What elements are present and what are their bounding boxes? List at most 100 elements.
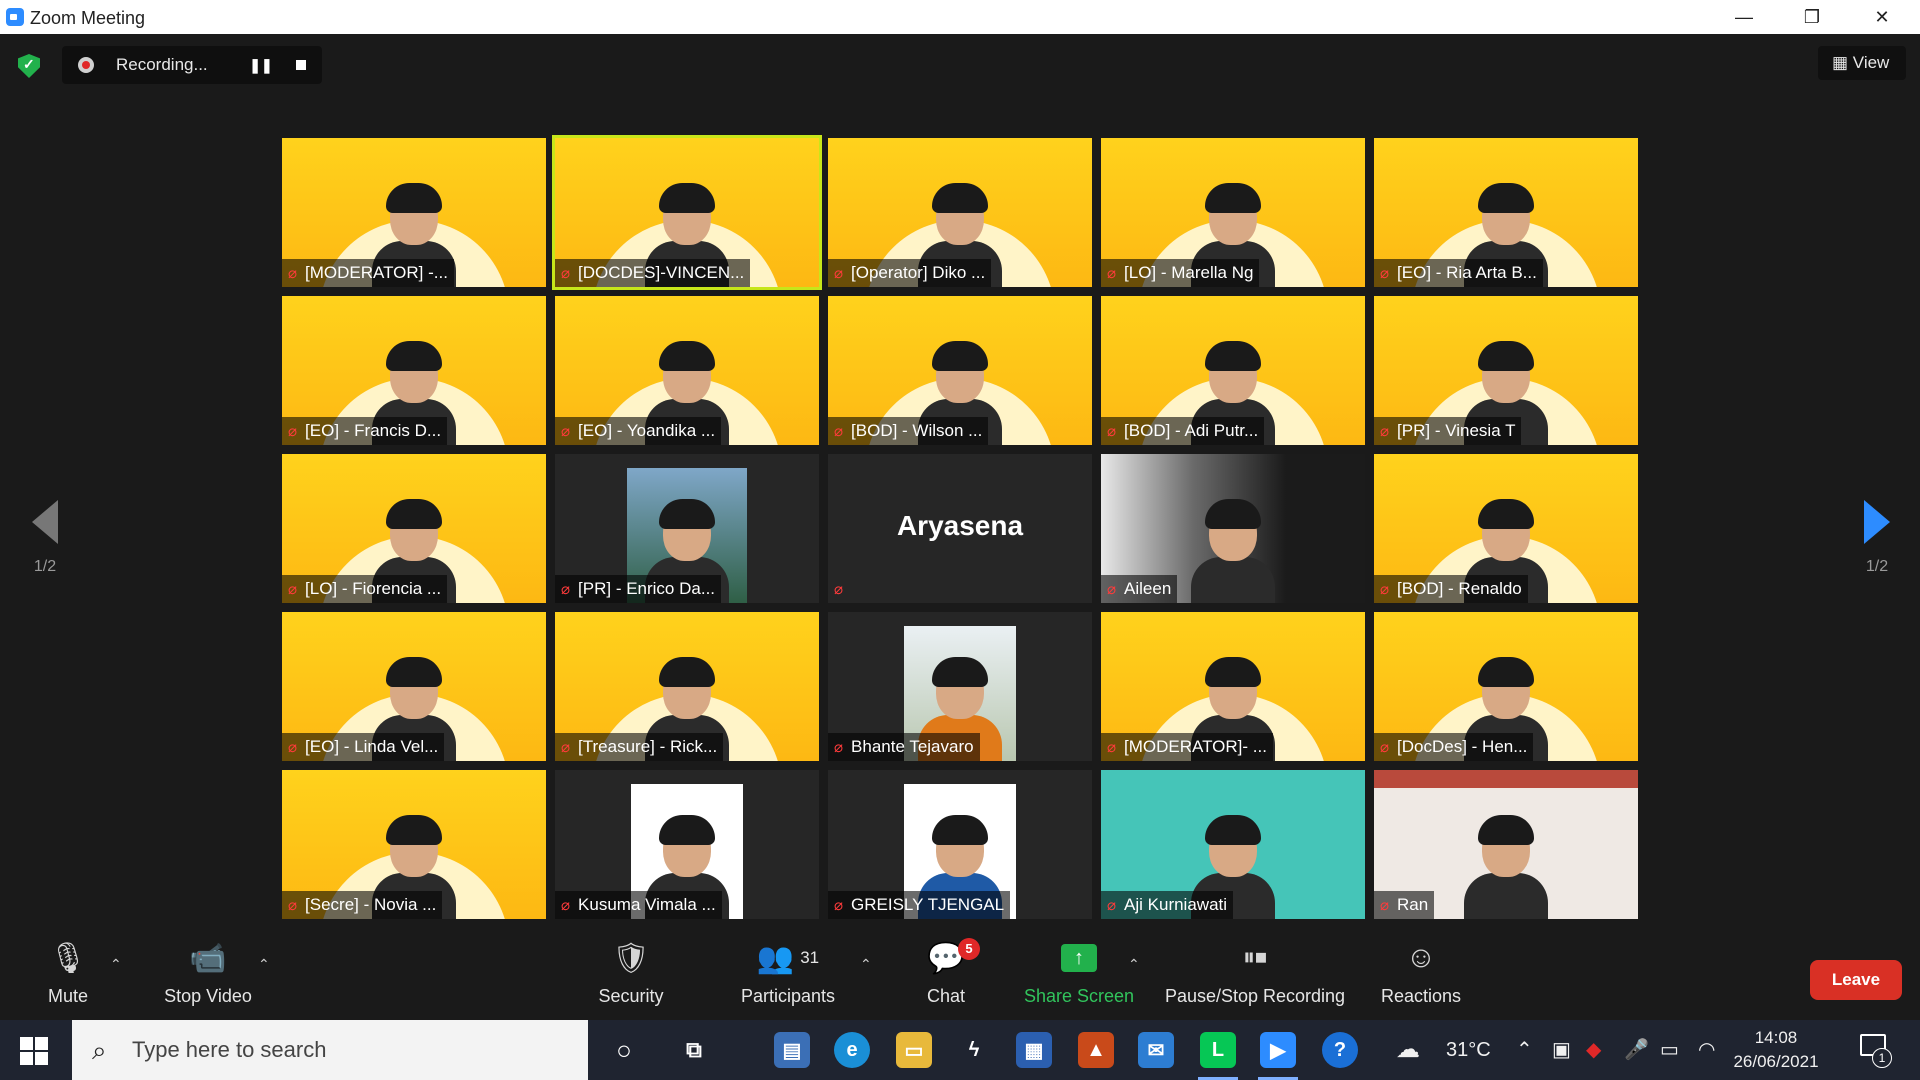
muted-mic-icon: ⌀ bbox=[288, 581, 298, 598]
security-button[interactable]: 🛡 Security bbox=[592, 936, 670, 1007]
cortana-icon[interactable]: ○ bbox=[606, 1032, 642, 1068]
close-button[interactable]: ✕ bbox=[1854, 0, 1910, 34]
stop-video-button[interactable]: 📹 Stop Video bbox=[160, 936, 256, 1007]
security-shield-icon: 🛡 bbox=[611, 941, 651, 975]
participant-tile[interactable]: ⌀ [EO] - Ria Arta B... bbox=[1374, 138, 1638, 287]
wifi-icon[interactable]: ◠ bbox=[1698, 1020, 1715, 1080]
participants-count: 31 bbox=[800, 948, 820, 967]
participant-tile[interactable]: ⌀ [DocDes] - Hen... bbox=[1374, 612, 1638, 761]
participants-button[interactable]: 👥 31 Participants bbox=[738, 936, 838, 1007]
participants-caret-icon[interactable]: ⌃ bbox=[860, 956, 872, 973]
participant-name: [DOCDES]-VINCEN... bbox=[578, 263, 745, 282]
participant-tile[interactable]: ⌀ [BOD] - Renaldo bbox=[1374, 454, 1638, 603]
participant-tile[interactable]: ⌀ Aileen bbox=[1101, 454, 1365, 603]
participant-name: [DocDes] - Hen... bbox=[1397, 737, 1528, 756]
arrow-left-icon bbox=[32, 500, 58, 544]
participant-tile[interactable]: ⌀ [BOD] - Wilson ... bbox=[828, 296, 1092, 445]
mail-icon[interactable]: ✉ bbox=[1138, 1032, 1174, 1068]
chat-unread-badge: 5 bbox=[958, 938, 980, 960]
participant-name-label: ⌀ [Treasure] - Rick... bbox=[555, 733, 724, 761]
participant-name-label: ⌀ [LO] - Marella Ng bbox=[1101, 259, 1260, 287]
participant-tile[interactable]: ⌀ [Treasure] - Rick... bbox=[555, 612, 819, 761]
microsoft-store-icon[interactable]: ▦ bbox=[1016, 1032, 1052, 1068]
video-options-caret-icon[interactable]: ⌃ bbox=[258, 956, 270, 973]
next-page-button[interactable]: 1/2 bbox=[1852, 500, 1902, 576]
lightning-app-icon[interactable]: ϟ bbox=[956, 1032, 992, 1068]
participant-tile[interactable]: ⌀ [EO] - Francis D... bbox=[282, 296, 546, 445]
participant-name: [Secre] - Novia ... bbox=[305, 895, 437, 914]
participant-tile[interactable]: Aryasena ⌀ bbox=[828, 454, 1092, 603]
meeting-tray-icon[interactable]: ▣ bbox=[1552, 1020, 1571, 1080]
participant-tile[interactable]: ⌀ [MODERATOR]- ... bbox=[1101, 612, 1365, 761]
task-view-icon[interactable]: ⧉ bbox=[676, 1032, 712, 1068]
mute-label: Mute bbox=[47, 986, 89, 1006]
participant-name: [EO] - Francis D... bbox=[305, 421, 442, 440]
zoom-taskbar-icon[interactable]: ▶ bbox=[1260, 1032, 1296, 1068]
view-button[interactable]: ▦ View bbox=[1818, 46, 1906, 80]
participant-tile[interactable]: ⌀ Bhante Tejavaro bbox=[828, 612, 1092, 761]
participant-tile[interactable]: ⌀ [EO] - Yoandika ... bbox=[555, 296, 819, 445]
share-screen-label: Share Screen bbox=[1024, 986, 1135, 1006]
leave-button[interactable]: Leave bbox=[1810, 960, 1902, 1000]
participant-tile[interactable]: ⌀ GREISLY TJENGAL bbox=[828, 770, 1092, 919]
participant-tile[interactable]: ⌀ [Operator] Diko ... bbox=[828, 138, 1092, 287]
participant-tile[interactable]: ⌀ [PR] - Enrico Da... bbox=[555, 454, 819, 603]
weather-temperature[interactable]: 31°C bbox=[1446, 1020, 1491, 1080]
participant-tile[interactable]: ⌀ [MODERATOR] -... bbox=[282, 138, 546, 287]
dropbox-icon[interactable]: ◆ bbox=[1586, 1020, 1601, 1080]
stop-recording-button[interactable] bbox=[288, 52, 314, 78]
pause-recording-button[interactable]: ❚❚ bbox=[248, 52, 274, 78]
file-explorer-icon[interactable]: ▭ bbox=[896, 1032, 932, 1068]
edge-browser-icon[interactable]: e bbox=[834, 1032, 870, 1068]
network-app-icon[interactable]: ▤ bbox=[774, 1032, 810, 1068]
pause-stop-recording-button[interactable]: ⏸⏹ Pause/Stop Recording bbox=[1162, 936, 1348, 1007]
help-icon[interactable]: ? bbox=[1322, 1032, 1358, 1068]
participant-tile[interactable]: ⌀ Aji Kurniawati bbox=[1101, 770, 1365, 919]
notifications-button[interactable]: 1 bbox=[1860, 1034, 1892, 1068]
participant-tile[interactable]: ⌀ [LO] - Fiorencia ... bbox=[282, 454, 546, 603]
chat-button[interactable]: 💬 5 Chat bbox=[920, 936, 980, 1007]
previous-page-button[interactable]: 1/2 bbox=[20, 500, 70, 576]
muted-mic-icon: ⌀ bbox=[1107, 265, 1117, 282]
share-options-caret-icon[interactable]: ⌃ bbox=[1128, 956, 1140, 973]
encryption-shield-icon[interactable] bbox=[18, 54, 40, 78]
participant-name-label: ⌀ [MODERATOR]- ... bbox=[1101, 733, 1273, 761]
participant-tile[interactable]: ⌀ [LO] - Marella Ng bbox=[1101, 138, 1365, 287]
audio-options-caret-icon[interactable]: ⌃ bbox=[110, 956, 122, 973]
taskbar-clock[interactable]: 14:08 26/06/2021 bbox=[1730, 1026, 1822, 1074]
participant-name: [MODERATOR]- ... bbox=[1124, 737, 1267, 756]
participant-tile[interactable]: ⌀ [BOD] - Adi Putr... bbox=[1101, 296, 1365, 445]
microphone-icon: 🎙 bbox=[48, 941, 88, 975]
participant-tile[interactable]: ⌀ [EO] - Linda Vel... bbox=[282, 612, 546, 761]
participant-name-label: ⌀ [EO] - Yoandika ... bbox=[555, 417, 722, 445]
participant-name-label: ⌀ GREISLY TJENGAL bbox=[828, 891, 1011, 919]
share-screen-button[interactable]: ↑ Share Screen bbox=[1024, 936, 1134, 1007]
title-bar: Zoom Meeting — ❐ ✕ bbox=[0, 0, 1920, 34]
tray-chevron-icon[interactable]: ⌃ bbox=[1516, 1020, 1533, 1080]
participant-tile[interactable]: ⌀ [DOCDES]-VINCEN... bbox=[552, 135, 822, 290]
reactions-button[interactable]: ☺ Reactions bbox=[1376, 936, 1466, 1007]
matlab-icon[interactable]: ▲ bbox=[1078, 1032, 1114, 1068]
taskbar-search-box[interactable]: ⌕ Type here to search bbox=[72, 1020, 588, 1080]
mute-button[interactable]: 🎙 Mute bbox=[38, 936, 98, 1007]
windows-start-icon[interactable] bbox=[20, 1037, 48, 1065]
participant-tile[interactable]: ⌀ [PR] - Vinesia T bbox=[1374, 296, 1638, 445]
participant-name-label: ⌀ [DOCDES]-VINCEN... bbox=[555, 259, 751, 287]
participant-tile[interactable]: ⌀ [Secre] - Novia ... bbox=[282, 770, 546, 919]
participant-tile[interactable]: ⌀ Kusuma Vimala ... bbox=[555, 770, 819, 919]
participant-video bbox=[1458, 807, 1554, 919]
line-app-icon[interactable]: L bbox=[1200, 1032, 1236, 1068]
clock-time: 14:08 bbox=[1754, 1028, 1798, 1047]
participant-name-label: ⌀ [LO] - Fiorencia ... bbox=[282, 575, 448, 603]
participant-name-label: ⌀ Ran bbox=[1374, 891, 1435, 919]
participant-name-label: ⌀ [BOD] - Adi Putr... bbox=[1101, 417, 1265, 445]
battery-icon[interactable]: ▭ bbox=[1660, 1020, 1679, 1080]
participant-name: [EO] - Linda Vel... bbox=[305, 737, 439, 756]
weather-cloud-icon[interactable]: ☁ bbox=[1396, 1020, 1420, 1080]
muted-mic-icon: ⌀ bbox=[1107, 423, 1117, 440]
participant-tile[interactable]: ⌀ Ran bbox=[1374, 770, 1638, 919]
microphone-tray-icon[interactable]: 🎤 bbox=[1624, 1020, 1649, 1080]
minimize-button[interactable]: — bbox=[1716, 0, 1772, 34]
participant-name-label: ⌀ [Secre] - Novia ... bbox=[282, 891, 443, 919]
restore-button[interactable]: ❐ bbox=[1784, 0, 1840, 34]
